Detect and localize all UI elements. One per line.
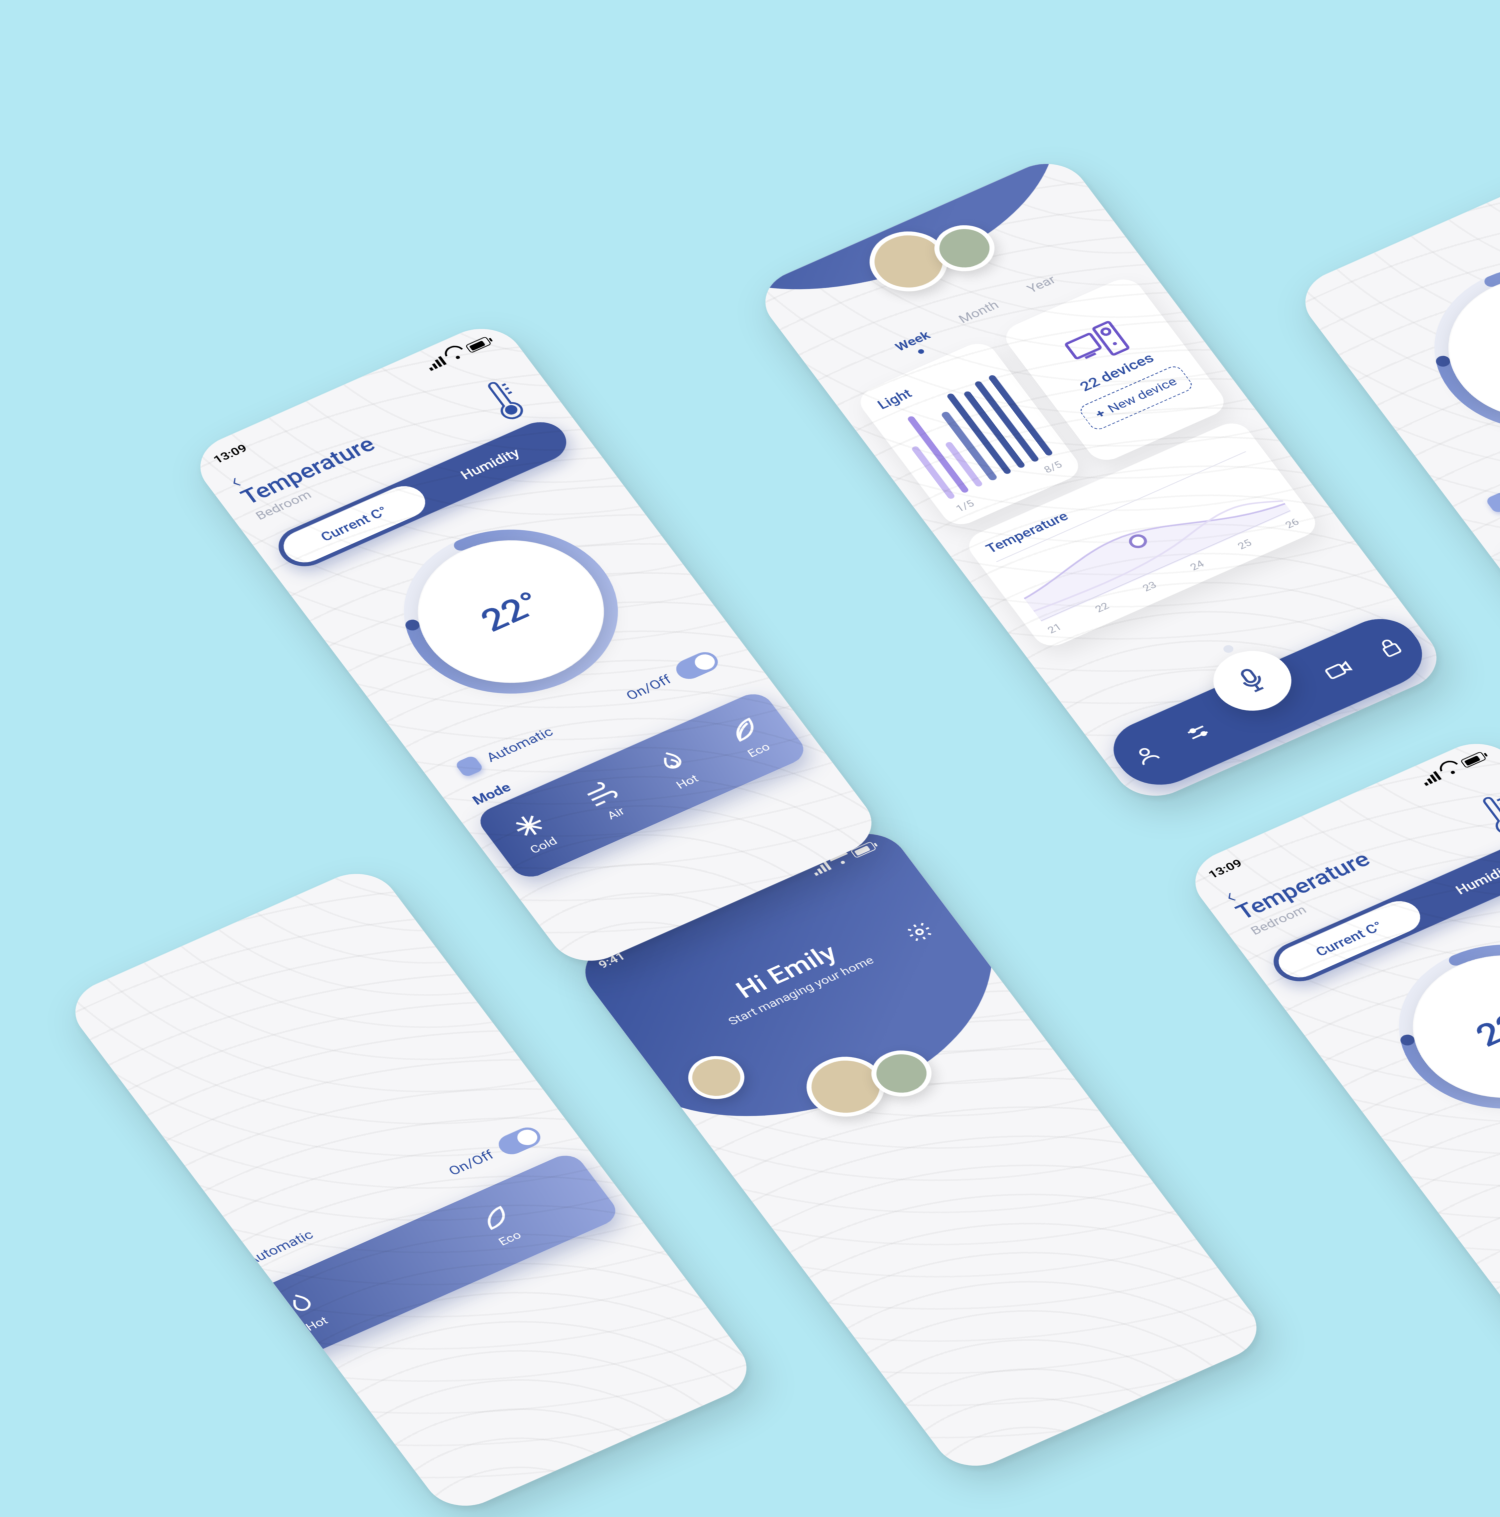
- axis-tick: 23: [1140, 579, 1159, 593]
- mode-hot[interactable]: Hot: [652, 746, 705, 793]
- automatic-toggle[interactable]: Automatic: [1485, 459, 1500, 514]
- wifi-icon: [446, 348, 466, 362]
- nav-sliders[interactable]: [1180, 719, 1218, 749]
- nav-profile[interactable]: [1129, 742, 1167, 772]
- dial-value: 22°: [473, 584, 549, 638]
- axis-tick: 26: [1283, 516, 1302, 530]
- signal-icon: [425, 356, 447, 371]
- dial-value: 22°: [1468, 999, 1500, 1053]
- checkbox-icon: [1485, 491, 1500, 514]
- axis-tick: 25: [1235, 537, 1254, 551]
- plus-icon: +: [1092, 406, 1108, 421]
- mode-hot[interactable]: Hot: [281, 1288, 334, 1335]
- axis-tick: 21: [1045, 621, 1064, 635]
- axis-tick: 24: [1188, 558, 1207, 572]
- phone-temperature: 13:09 ‹ Temperature Bedroom Current C° H…: [185, 317, 887, 972]
- nav-camera[interactable]: [1320, 656, 1359, 687]
- mode-air[interactable]: Air: [579, 777, 634, 825]
- phone-home-top: Week Month Year Light 1/5 8/5 22 devices…: [750, 152, 1452, 807]
- axis-tick: 22: [1093, 600, 1112, 614]
- mode-cold[interactable]: Cold: [507, 809, 562, 857]
- axis-start: 1/5: [954, 498, 977, 514]
- nav-lock[interactable]: [1373, 634, 1409, 663]
- wifi-icon: [1441, 763, 1461, 777]
- mode-eco[interactable]: Eco: [473, 1202, 528, 1250]
- slider-handle[interactable]: [1125, 532, 1150, 551]
- mode-eco[interactable]: Eco: [722, 714, 777, 762]
- signal-icon: [1420, 771, 1442, 786]
- axis-end: 8/5: [1042, 459, 1065, 475]
